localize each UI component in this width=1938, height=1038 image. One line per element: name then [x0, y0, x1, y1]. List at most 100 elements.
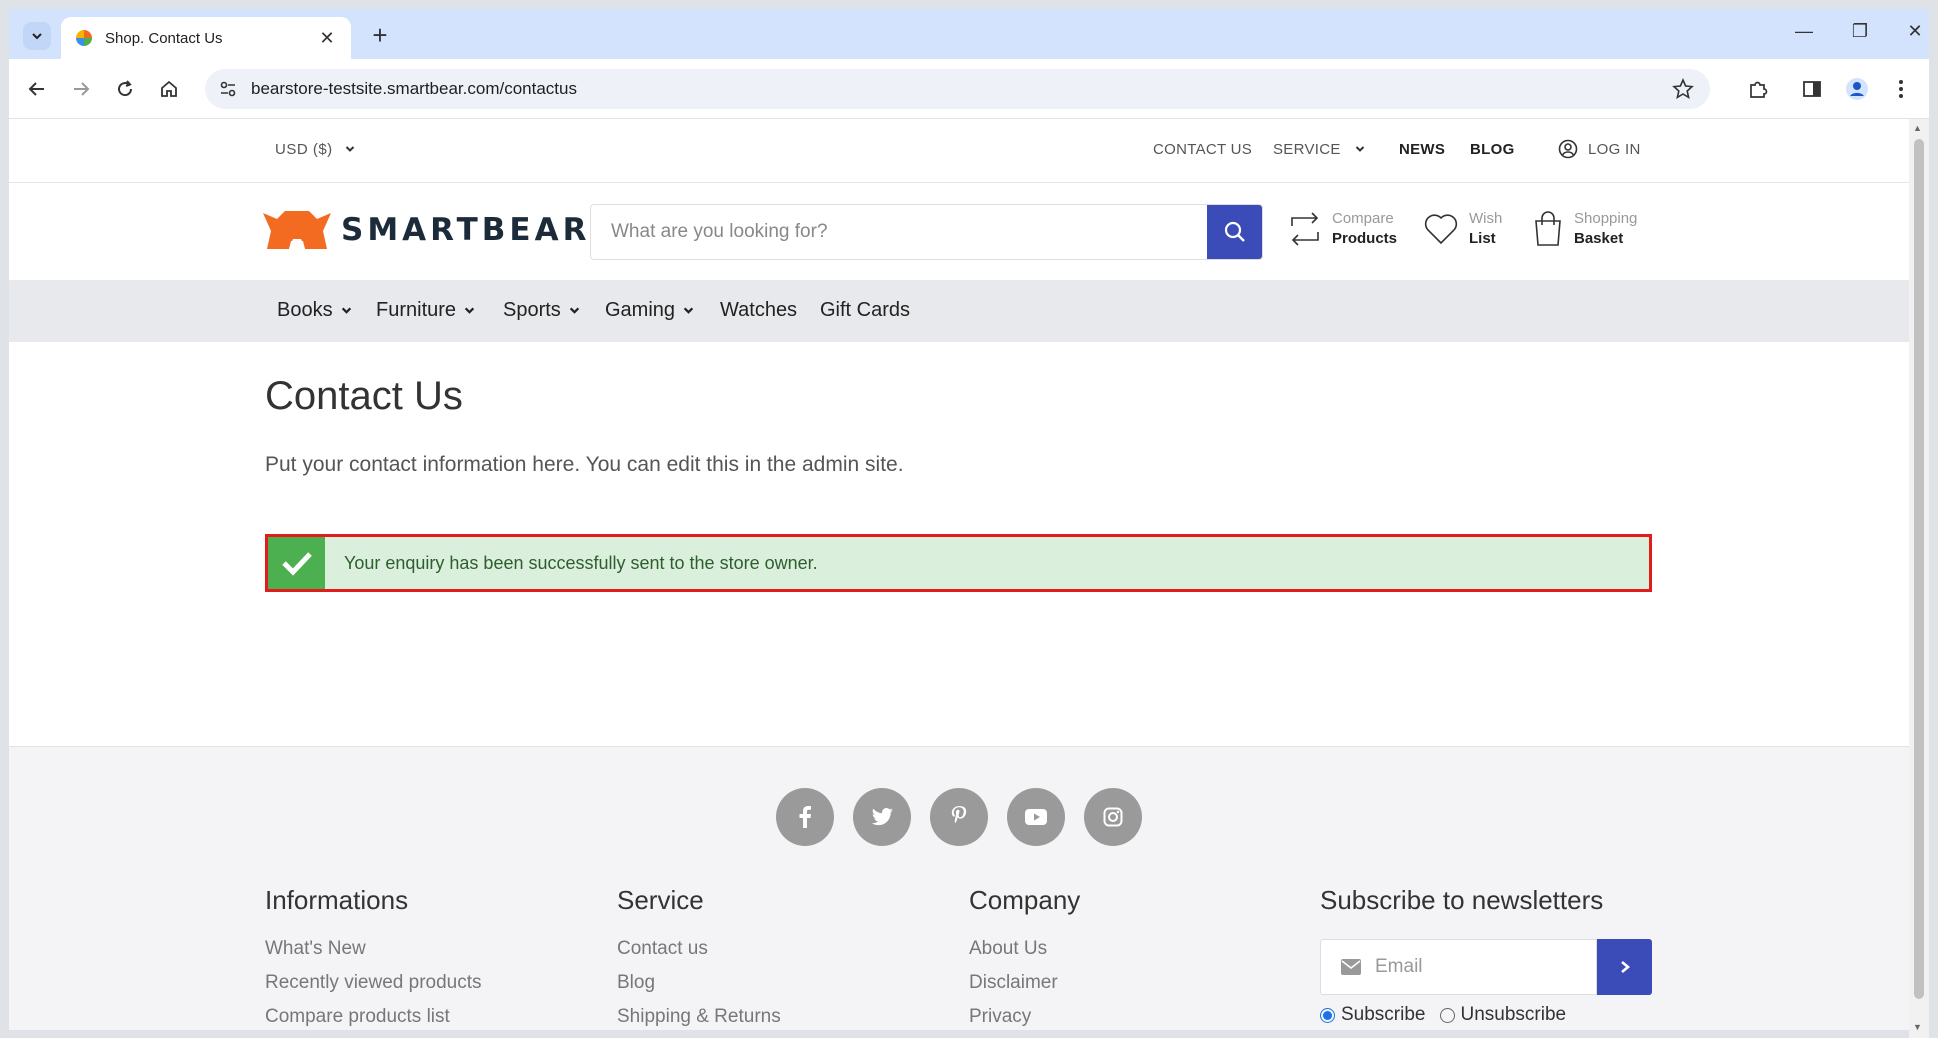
tab-close-icon[interactable]: ✕ — [317, 28, 337, 49]
login-link[interactable]: LOG IN — [1558, 139, 1641, 159]
footer-heading: Company — [969, 885, 1081, 915]
footer-link-recently-viewed[interactable]: Recently viewed products — [265, 972, 482, 994]
scroll-up-icon[interactable]: ▲ — [1913, 123, 1922, 133]
subscribe-radio[interactable] — [1320, 1007, 1335, 1023]
profile-button[interactable] — [1843, 75, 1871, 103]
category-label: Furniture — [376, 299, 457, 321]
forward-button[interactable] — [67, 75, 95, 103]
footer-link-shipping-returns[interactable]: Shipping & Returns — [617, 1006, 781, 1028]
extensions-button[interactable] — [1744, 75, 1772, 103]
wish-label-bottom: List — [1469, 230, 1496, 247]
checkmark-icon — [281, 552, 312, 576]
news-link[interactable]: NEWS — [1399, 141, 1445, 158]
chevron-down-icon — [32, 33, 42, 40]
chevron-down-icon — [569, 307, 579, 314]
footer-link-compare-list[interactable]: Compare products list — [265, 1006, 482, 1028]
chevron-down-icon — [1355, 146, 1365, 152]
blog-link[interactable]: BLOG — [1470, 141, 1515, 158]
category-gaming[interactable]: Gaming — [605, 299, 694, 322]
restore-button[interactable]: ❐ — [1845, 21, 1875, 42]
currency-selector[interactable]: USD ($) — [275, 141, 355, 158]
new-tab-button[interactable]: + — [365, 21, 395, 49]
scroll-down-icon[interactable]: ▼ — [1913, 1022, 1922, 1032]
category-label: Gift Cards — [820, 299, 911, 321]
compare-label-bottom: Products — [1332, 230, 1398, 247]
category-gift-cards[interactable]: Gift Cards — [820, 299, 910, 322]
footer-column-informations: Informations What's New Recently viewed … — [265, 885, 482, 1038]
bookmark-star-icon[interactable] — [1672, 78, 1694, 100]
footer-link-privacy[interactable]: Privacy — [969, 1006, 1080, 1028]
chevron-right-icon — [1620, 961, 1630, 973]
footer-link-about-us[interactable]: About Us — [969, 938, 1080, 960]
pinterest-button[interactable] — [930, 788, 988, 846]
search-input[interactable] — [591, 205, 1207, 259]
newsletter-submit-button[interactable] — [1597, 939, 1652, 995]
service-label: SERVICE — [1273, 141, 1341, 158]
category-furniture[interactable]: Furniture — [376, 299, 475, 322]
page-scrollbar[interactable]: ▲ ▼ — [1909, 119, 1929, 1038]
unsubscribe-radio[interactable] — [1439, 1007, 1455, 1023]
minimize-button[interactable]: — — [1789, 21, 1819, 42]
side-panel-button[interactable] — [1798, 75, 1826, 103]
contact-intro-text: Put your contact information here. You c… — [265, 453, 904, 476]
site-favicon-icon — [76, 30, 92, 46]
site-info-icon[interactable] — [219, 80, 237, 98]
twitter-button[interactable] — [853, 788, 911, 846]
youtube-icon — [1025, 809, 1047, 825]
kebab-menu-icon — [1899, 80, 1903, 98]
category-watches[interactable]: Watches — [720, 299, 797, 322]
footer-column-company: Company About Us Disclaimer Privacy — [969, 885, 1080, 1038]
back-button[interactable] — [23, 75, 51, 103]
side-panel-icon — [1803, 81, 1821, 97]
close-window-button[interactable]: ✕ — [1900, 21, 1930, 42]
category-label: Gaming — [605, 299, 676, 321]
facebook-button[interactable] — [776, 788, 834, 846]
newsletter-email-box — [1320, 939, 1597, 995]
youtube-button[interactable] — [1007, 788, 1065, 846]
footer-link-blog[interactable]: Blog — [617, 972, 781, 994]
tab-search-button[interactable] — [23, 22, 51, 50]
subscribe-label[interactable]: Subscribe — [1341, 1004, 1426, 1026]
smartbear-logo[interactable]: SMARTBEAR — [263, 209, 590, 251]
footer-link-disclaimer[interactable]: Disclaimer — [969, 972, 1080, 994]
unsubscribe-label[interactable]: Unsubscribe — [1461, 1004, 1567, 1026]
footer-column-service: Service Contact us Blog Shipping & Retur… — [617, 885, 781, 1038]
chevron-down-icon — [464, 307, 475, 314]
reload-icon — [118, 80, 133, 97]
category-sports[interactable]: Sports — [503, 299, 580, 322]
footer-heading: Informations — [265, 885, 409, 915]
success-message: Your enquiry has been successfully sent … — [344, 552, 818, 573]
category-label: Books — [277, 299, 333, 321]
arrow-left-icon — [28, 82, 44, 96]
search-icon — [1224, 221, 1245, 242]
home-button[interactable] — [155, 75, 183, 103]
reload-button[interactable] — [111, 75, 139, 103]
site-footer: Informations What's New Recently viewed … — [9, 746, 1909, 1038]
avatar-icon — [1846, 78, 1868, 100]
compare-products-link[interactable]: Compare Products — [1288, 209, 1397, 249]
home-icon — [161, 80, 177, 97]
service-menu[interactable]: SERVICE — [1273, 141, 1365, 158]
newsletter-email-input[interactable] — [1375, 956, 1555, 978]
user-circle-icon — [1558, 139, 1578, 159]
address-bar[interactable]: bearstore-testsite.smartbear.com/contact… — [205, 69, 1710, 109]
wishlist-link[interactable]: Wish List — [1423, 209, 1502, 249]
browser-toolbar: bearstore-testsite.smartbear.com/contact… — [9, 59, 1929, 119]
pinterest-icon — [951, 806, 967, 824]
browser-menu-button[interactable] — [1887, 75, 1915, 103]
scrollbar-thumb[interactable] — [1914, 139, 1924, 999]
category-books[interactable]: Books — [277, 299, 352, 322]
footer-link-whats-new[interactable]: What's New — [265, 938, 482, 960]
search-button[interactable] — [1207, 205, 1262, 259]
instagram-button[interactable] — [1084, 788, 1142, 846]
contact-us-link[interactable]: CONTACT US — [1153, 141, 1252, 158]
compare-label-top: Compare — [1332, 210, 1394, 227]
site-header: SMARTBEAR Compare Products Wish List Shopp… — [9, 183, 1909, 280]
logo-wordmark: SMARTBEAR — [341, 212, 591, 248]
shopping-basket-link[interactable]: Shopping Basket — [1532, 209, 1637, 249]
url-text[interactable]: bearstore-testsite.smartbear.com/contact… — [251, 79, 577, 99]
footer-link-contact-us[interactable]: Contact us — [617, 938, 781, 960]
login-label: LOG IN — [1588, 140, 1641, 158]
footer-column-newsletter: Subscribe to newsletters — [1320, 885, 1603, 938]
browser-tab[interactable]: Shop. Contact Us ✕ — [61, 17, 351, 59]
